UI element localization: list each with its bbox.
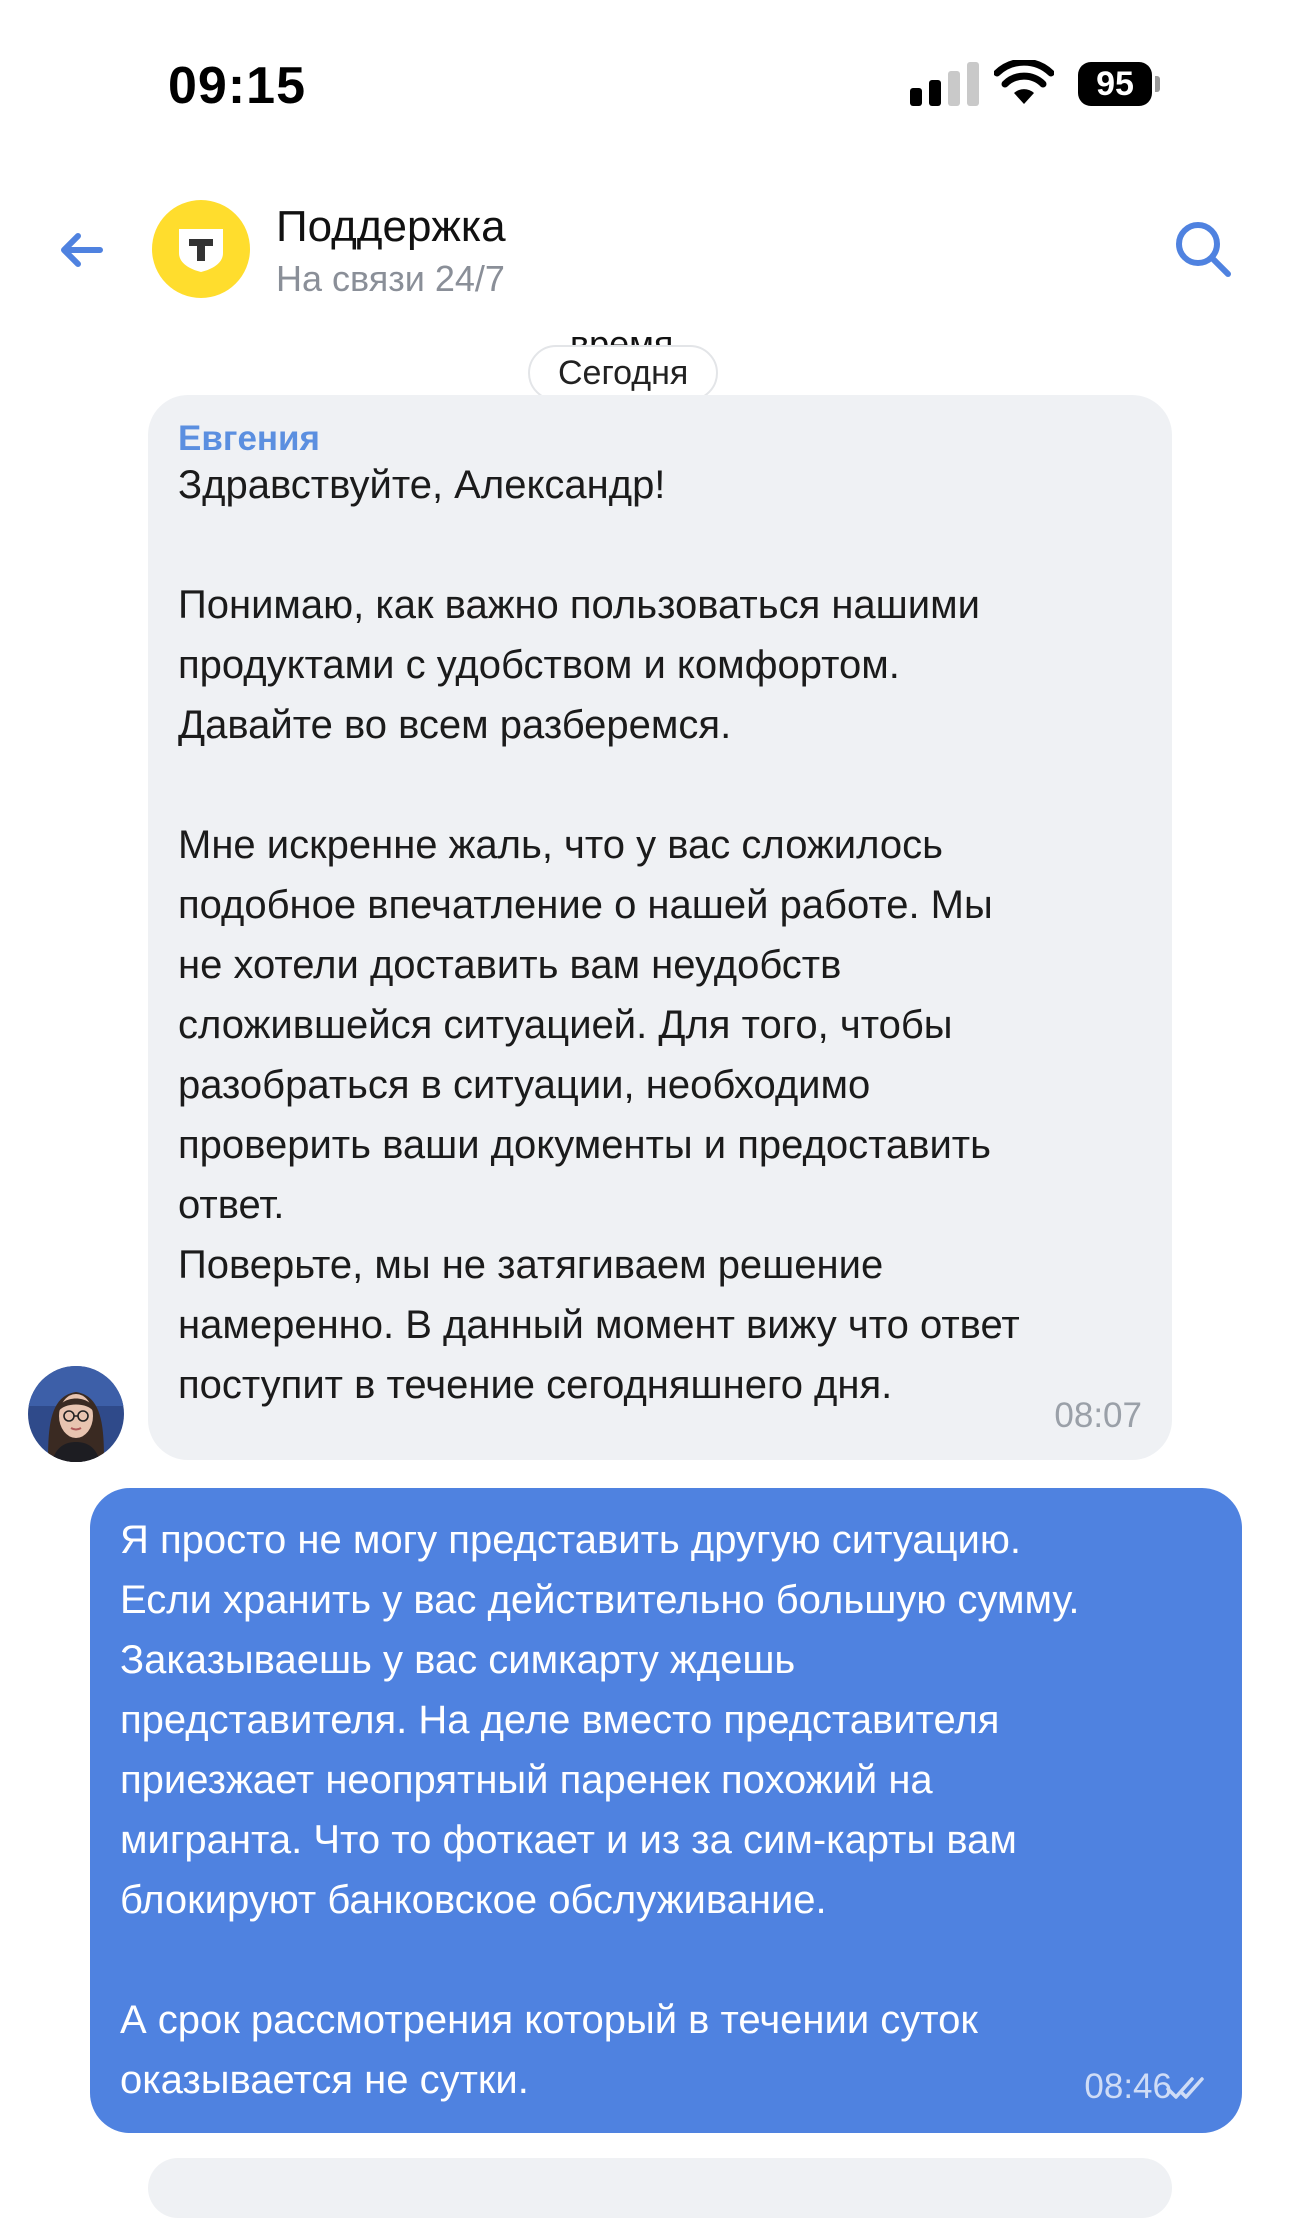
sender-name[interactable]: Евгения [178,419,320,459]
battery-tip [1155,76,1160,92]
status-bar: 09:15 95 [0,0,1289,150]
search-icon[interactable] [1170,216,1236,282]
message-line: Я просто не могу представить другую ситу… [120,1518,1021,1562]
message-line: продуктами с удобством и комфортом. [178,643,900,687]
message-line: ответ. [178,1183,285,1227]
previous-message-fragment: время. [570,323,684,348]
message-line: поступит в течение сегодняшнего дня. [178,1363,893,1407]
message-line: представителя. На деле вместо представит… [120,1698,1000,1742]
message-timestamp: 08:46 [1084,2067,1172,2106]
message-line: Мне искренне жаль, что у вас сложилось [178,823,943,867]
agent-photo [28,1366,124,1462]
cellular-signal-icon [910,62,979,106]
message-line: приезжает неопрятный паренек похожий на [120,1758,933,1802]
incoming-message-bubble[interactable]: Евгения Здравствуйте, Александр! Понимаю… [148,395,1172,1460]
message-line: блокируют банковское обслуживание. [120,1878,827,1922]
message-line: А срок рассмотрения который в течении су… [120,1998,978,2042]
message-line: разобраться в ситуации, необходимо [178,1063,871,1107]
chat-subtitle: На связи 24/7 [276,258,505,299]
message-line: проверить ваши документы и предоставить [178,1123,991,1167]
wifi-icon [994,60,1054,104]
chat-header: Поддержка На связи 24/7 [0,180,1289,320]
support-logo-avatar[interactable] [152,200,250,298]
message-line: Понимаю, как важно пользоваться нашими [178,583,980,627]
incoming-message-text: Здравствуйте, Александр! Понимаю, как ва… [178,455,1168,1415]
double-check-read-icon [1166,2077,1204,2099]
outgoing-message-bubble[interactable]: Я просто не могу представить другую ситу… [90,1488,1242,2133]
message-line: Заказываешь у вас симкарту ждешь [120,1638,796,1682]
outgoing-message-text: Я просто не могу представить другую ситу… [120,1510,1230,2110]
battery-level: 95 [1078,62,1152,106]
date-separator: Сегодня [528,345,719,401]
message-line: Давайте во всем разберемся. [178,703,732,747]
agent-avatar[interactable] [28,1366,124,1462]
back-arrow-icon[interactable] [52,220,112,280]
chat-title[interactable]: Поддержка [276,202,506,252]
message-line: подобное впечатление о нашей работе. Мы [178,883,993,927]
message-line: мигранта. Что то фоткает и из за сим-кар… [120,1818,1017,1862]
next-message-bubble[interactable] [148,2158,1172,2218]
message-line: сложившейся ситуацией. Для того, чтобы [178,1003,953,1047]
message-line: намеренно. В данный момент вижу что отве… [178,1303,1020,1347]
status-time: 09:15 [168,57,306,115]
message-line: Если хранить у вас действительно большую… [120,1578,1080,1622]
message-line: оказывается не сутки. [120,2058,529,2102]
message-line: Поверьте, мы не затягиваем решение [178,1243,884,1287]
battery-icon: 95 [1078,62,1160,106]
message-line: не хотели доставить вам неудобств [178,943,842,987]
message-line: Здравствуйте, Александр! [178,463,666,507]
bank-shield-logo-icon [179,229,223,272]
message-timestamp: 08:07 [1054,1396,1142,1435]
